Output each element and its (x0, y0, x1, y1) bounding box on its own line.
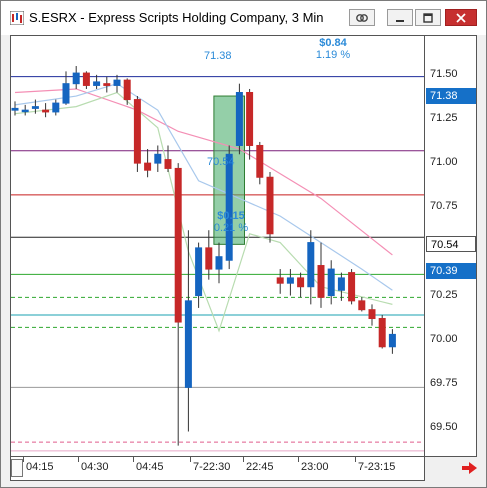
candle-body (327, 268, 335, 297)
time-axis-label: 04:45 (136, 461, 164, 473)
time-axis-tick (133, 457, 134, 462)
price-axis-marker: 71.38 (426, 88, 476, 105)
candle-body (11, 107, 19, 111)
candle-body (113, 79, 121, 86)
link-icon (356, 13, 368, 22)
maximize-icon (423, 12, 433, 23)
price-axis-label: 70.00 (430, 332, 458, 345)
minimize-button[interactable] (387, 9, 413, 26)
candle-body (195, 247, 203, 297)
candle-body (93, 81, 101, 86)
candle-body (184, 300, 192, 388)
chart-window: S.ESRX - Express Scripts Holding Company… (0, 0, 487, 488)
candle-body (133, 99, 141, 164)
candle-body (317, 265, 325, 298)
price-axis-label: 70.75 (430, 200, 458, 213)
measure-price-change: $0.84 (319, 37, 347, 49)
time-axis-corner-box (11, 459, 23, 477)
price-axis-label: 71.00 (430, 156, 458, 169)
candle-body (348, 272, 356, 302)
time-axis-label: 04:15 (26, 461, 54, 473)
price-axis-label: 69.50 (430, 420, 458, 433)
time-axis-tick (190, 457, 191, 462)
candle-body (21, 109, 29, 113)
candle-body (103, 83, 111, 86)
price-axis-label: 69.75 (430, 376, 458, 389)
price-axis-label: 71.25 (430, 111, 458, 124)
price-axis-marker: 70.54 (426, 236, 476, 253)
candle-body (276, 277, 284, 284)
price-axis[interactable]: 71.50 71.25 71.00 70.75 70.25 70.00 69.75 69.50… (425, 35, 477, 457)
time-axis[interactable]: 04:15 04:30 04:45 7-22:30 22:45 23:00 7-23:15 (10, 457, 425, 481)
close-icon (456, 12, 466, 23)
time-axis-label: 23:00 (301, 461, 329, 473)
candle-body (266, 176, 274, 235)
window-title: S.ESRX - Express Scripts Holding Company… (29, 10, 324, 25)
time-axis-label: 7-23:15 (358, 461, 396, 473)
candle-body (337, 277, 345, 291)
price-axis-label: 71.50 (430, 67, 458, 80)
time-axis-label: 04:30 (81, 461, 109, 473)
candle-body (378, 318, 386, 348)
time-axis-tick (23, 457, 24, 462)
candle-body (174, 167, 182, 323)
candle-body (246, 92, 254, 146)
candle-body (31, 106, 39, 109)
candle-body (123, 79, 131, 101)
scroll-right-arrow-icon[interactable] (460, 461, 478, 475)
candle-body (297, 277, 305, 288)
time-axis-label: 7-22:30 (193, 461, 231, 473)
measure-box-bottom-price: 70.54 (207, 156, 235, 168)
candle-body (215, 256, 223, 270)
candle-body (154, 153, 162, 164)
candle-body (307, 242, 315, 288)
candle-body (62, 83, 70, 104)
candle-body (368, 309, 376, 320)
candle-body (82, 72, 90, 86)
candle-body (205, 247, 213, 270)
moving-average-line (14, 83, 393, 291)
measure-percent-change-lower: 0.21 % (213, 222, 249, 234)
chart-app-icon (10, 11, 24, 25)
close-button[interactable] (445, 9, 477, 26)
candle-body (42, 109, 50, 113)
time-axis-tick (78, 457, 79, 462)
candle-body (286, 277, 294, 284)
time-axis-label: 22:45 (246, 461, 274, 473)
title-bar[interactable]: S.ESRX - Express Scripts Holding Company… (1, 1, 486, 35)
link-button[interactable] (349, 9, 375, 26)
maximize-button[interactable] (415, 9, 441, 26)
time-axis-tick (243, 457, 244, 462)
candle-body (225, 153, 233, 261)
candle-body (358, 300, 366, 311)
candle-body (256, 144, 264, 178)
candle-body (235, 92, 243, 146)
candlestick-chart[interactable] (11, 36, 425, 457)
time-axis-tick (355, 457, 356, 462)
time-axis-tick (298, 457, 299, 462)
candle-body (72, 72, 80, 85)
candle-body (52, 102, 60, 113)
candle-body (164, 159, 172, 169)
price-axis-label: 70.25 (430, 288, 458, 301)
measure-price-change-lower: $0.15 (217, 210, 245, 222)
measure-percent-change: 1.19 % (315, 49, 351, 61)
candle-body (144, 162, 152, 171)
minimize-icon (396, 19, 404, 22)
candle-body (388, 333, 396, 348)
price-axis-marker: 70.39 (426, 262, 476, 279)
measure-box-top-price: 71.38 (204, 50, 232, 62)
price-chart-area[interactable] (10, 35, 425, 457)
